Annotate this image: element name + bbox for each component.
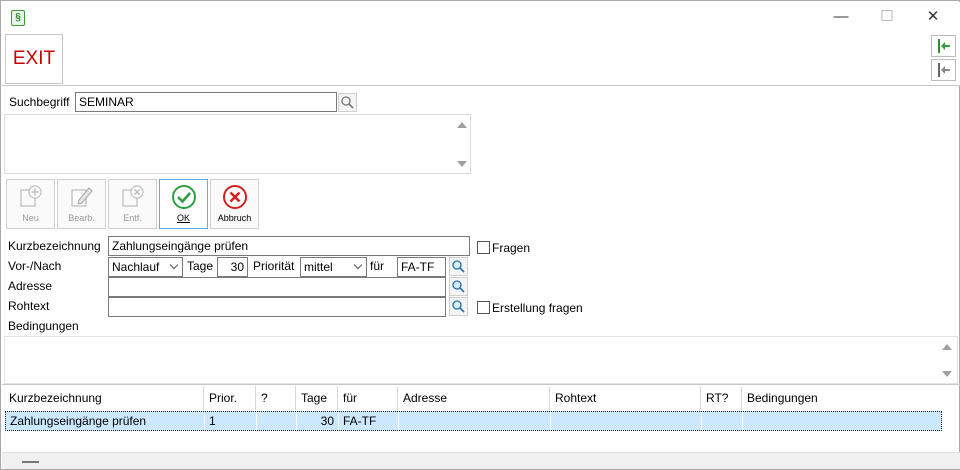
remove-icon xyxy=(121,185,144,207)
table-cell xyxy=(257,412,297,430)
table-cell: 30 xyxy=(297,412,339,430)
short-name-input[interactable]: Zahlungseingänge prüfen xyxy=(108,236,470,256)
divider xyxy=(2,384,960,385)
column-header[interactable]: RT? xyxy=(701,386,742,410)
days-input[interactable]: 30 xyxy=(217,257,248,277)
exit-button[interactable]: EXIT xyxy=(5,34,63,84)
search-button[interactable] xyxy=(338,93,357,112)
cancel-icon xyxy=(222,185,247,209)
status-bar xyxy=(2,452,960,469)
close-button[interactable]: ✕ xyxy=(910,2,956,32)
timing-value: Nachlauf xyxy=(112,260,160,274)
chevron-down-icon xyxy=(353,260,363,270)
table-cell: FA-TF xyxy=(339,412,399,430)
rawtext-label: Rohtext xyxy=(8,299,50,313)
ok-label: OK xyxy=(176,213,190,223)
search-icon xyxy=(452,280,465,293)
rawtext-lookup-button[interactable] xyxy=(449,297,468,316)
address-input[interactable] xyxy=(108,277,446,297)
table-cell xyxy=(551,412,702,430)
ask-checkbox[interactable] xyxy=(477,241,490,254)
edit-icon xyxy=(70,187,93,207)
chevron-down-icon xyxy=(169,260,179,270)
back-button[interactable] xyxy=(931,59,956,81)
arrow-left-bar-gray-icon xyxy=(937,63,950,77)
new-label: Neu xyxy=(22,213,39,223)
column-header[interactable]: Kurzbezeichnung xyxy=(4,386,204,410)
timing-select[interactable]: Nachlauf xyxy=(108,257,183,277)
entries-table: Kurzbezeichnung Prior. ? Tage für Adress… xyxy=(4,386,944,438)
add-icon xyxy=(19,185,42,207)
scroll-up-icon[interactable] xyxy=(942,344,952,350)
column-header[interactable]: Bedingungen xyxy=(742,386,942,410)
conditions-textarea[interactable] xyxy=(4,336,958,384)
remove-button[interactable]: Entf. xyxy=(108,179,157,229)
create-ask-label: Erstellung fragen xyxy=(492,301,583,315)
table-row[interactable]: Zahlungseingänge prüfen 1 30 FA-TF xyxy=(5,411,942,431)
days-label: Tage xyxy=(187,259,214,273)
column-header[interactable]: ? xyxy=(256,386,296,410)
scroll-up-icon[interactable] xyxy=(457,122,467,128)
results-scrollbar[interactable] xyxy=(454,115,470,173)
search-icon xyxy=(452,260,465,273)
priority-value: mittel xyxy=(304,260,333,274)
toolbar: EXIT xyxy=(2,32,960,86)
ask-label: Fragen xyxy=(492,241,531,255)
column-header[interactable]: Adresse xyxy=(398,386,550,410)
table-cell: Zahlungseingänge prüfen xyxy=(6,412,205,430)
for-input[interactable]: FA-TF xyxy=(397,257,446,277)
ok-button[interactable]: OK xyxy=(159,179,208,229)
conditions-scrollbar[interactable] xyxy=(939,337,955,383)
column-header[interactable]: Rohtext xyxy=(550,386,701,410)
conditions-label: Bedingungen xyxy=(8,319,79,333)
search-icon xyxy=(452,300,465,313)
new-button[interactable]: Neu xyxy=(6,179,55,229)
column-header[interactable]: für xyxy=(338,386,398,410)
arrow-left-bar-icon xyxy=(937,39,950,53)
title-bar: § — ☐ ✕ xyxy=(2,2,960,32)
rawtext-input[interactable] xyxy=(108,297,446,317)
cancel-label: Abbruch xyxy=(217,213,252,223)
timing-label: Vor-/Nach xyxy=(8,259,62,273)
scroll-down-icon[interactable] xyxy=(457,161,467,167)
app-icon: § xyxy=(11,10,25,26)
edit-button[interactable]: Bearb. xyxy=(57,179,106,229)
address-lookup-button[interactable] xyxy=(449,277,468,296)
table-cell xyxy=(702,412,743,430)
edit-label: Bearb. xyxy=(68,213,95,223)
save-exit-button[interactable] xyxy=(931,35,956,57)
search-label: Suchbegriff xyxy=(9,95,70,109)
remove-label: Entf. xyxy=(123,213,142,223)
short-name-label: Kurzbezeichnung xyxy=(8,239,101,253)
horizontal-scroll-thumb[interactable] xyxy=(22,461,39,463)
search-icon xyxy=(341,96,354,109)
table-cell xyxy=(743,412,941,430)
search-results-list[interactable] xyxy=(4,114,471,174)
table-cell: 1 xyxy=(205,412,257,430)
column-header[interactable]: Prior. xyxy=(204,386,256,410)
address-label: Adresse xyxy=(8,279,53,293)
priority-select[interactable]: mittel xyxy=(300,257,367,277)
for-lookup-button[interactable] xyxy=(449,257,468,276)
maximize-button[interactable]: ☐ xyxy=(864,2,910,32)
application-window: § — ☐ ✕ EXIT Suchbegriff SEMINAR Neu Bea… xyxy=(0,0,960,470)
checkmark-icon xyxy=(171,185,196,209)
priority-label: Priorität xyxy=(253,259,295,273)
create-ask-checkbox[interactable] xyxy=(477,301,490,314)
table-cell xyxy=(399,412,551,430)
cancel-button[interactable]: Abbruch xyxy=(210,179,259,229)
column-header[interactable]: Tage xyxy=(296,386,338,410)
minimize-button[interactable]: — xyxy=(818,2,864,32)
for-label: für xyxy=(370,259,385,273)
search-input[interactable]: SEMINAR xyxy=(75,92,337,112)
scroll-down-icon[interactable] xyxy=(942,371,952,377)
